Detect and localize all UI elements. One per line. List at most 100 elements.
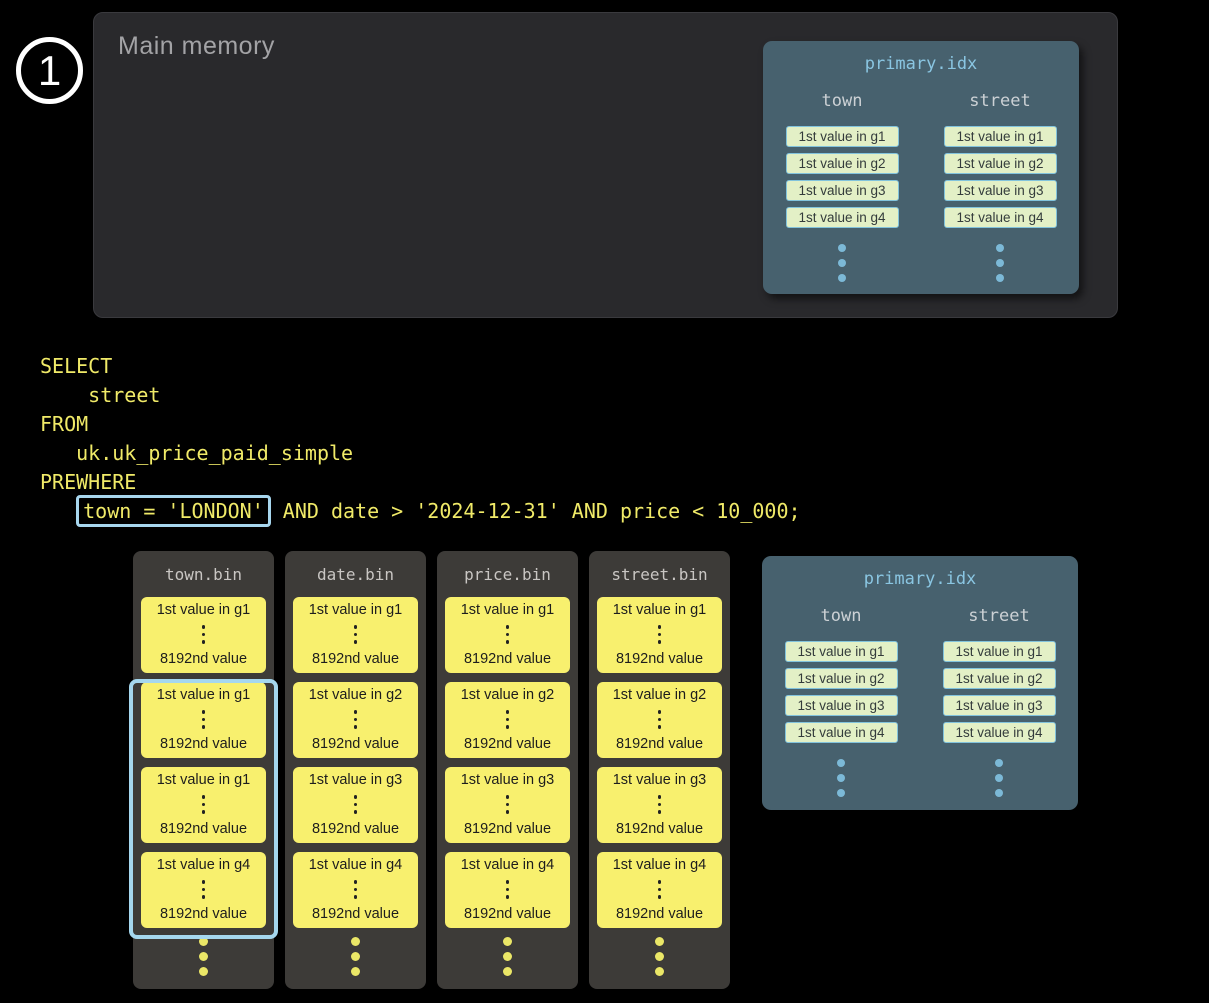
- granule-ellipsis: [354, 878, 358, 901]
- granule-block: 1st value in g4 8192nd value: [293, 852, 418, 928]
- bin-ellipsis-dots: [437, 937, 578, 982]
- bin-column-town: town.bin 1st value in g1 8192nd value 1s…: [133, 551, 274, 989]
- index-mark-chip: 1st value in g1: [943, 641, 1056, 662]
- granule-ellipsis: [202, 878, 206, 901]
- granule-ellipsis: [202, 793, 206, 816]
- granule-block: 1st value in g4 8192nd value: [445, 852, 570, 928]
- column-header-town: town: [821, 606, 862, 626]
- granule-first-value: 1st value in g1: [461, 602, 555, 618]
- bin-ellipsis-dots: [285, 937, 426, 982]
- primary-idx-panel-disk: primary.idx town 1st value in g1 1st val…: [762, 556, 1078, 810]
- index-ellipsis-dots: [996, 244, 1004, 289]
- bin-column-date: date.bin 1st value in g1 8192nd value 1s…: [285, 551, 426, 989]
- granule-last-value: 8192nd value: [160, 651, 247, 667]
- index-mark-chip: 1st value in g4: [944, 207, 1057, 228]
- granule-first-value: 1st value in g1: [613, 602, 707, 618]
- index-column-street: street 1st value in g1 1st value in g2 1…: [920, 589, 1078, 804]
- sql-indent: [40, 499, 76, 523]
- granule-last-value: 8192nd value: [616, 736, 703, 752]
- granule-first-value: 1st value in g3: [461, 772, 555, 788]
- granule-ellipsis: [506, 793, 510, 816]
- step-number: 1: [38, 50, 61, 92]
- granule-block: 1st value in g2 8192nd value: [597, 682, 722, 758]
- granule-block: 1st value in g1 8192nd value: [141, 767, 266, 843]
- primary-idx-panel-memory: primary.idx town 1st value in g1 1st val…: [763, 41, 1079, 294]
- sql-line-prewhere-condition: town = 'LONDON' AND date > '2024-12-31' …: [40, 497, 801, 526]
- sql-line: PREWHERE: [40, 468, 801, 497]
- index-mark-chip: 1st value in g2: [785, 668, 898, 689]
- index-mark-chip: 1st value in g3: [786, 180, 899, 201]
- granule-first-value: 1st value in g1: [157, 602, 251, 618]
- granule-last-value: 8192nd value: [616, 651, 703, 667]
- granule-first-value: 1st value in g4: [461, 857, 555, 873]
- primary-idx-title: primary.idx: [762, 556, 1078, 589]
- index-ellipsis-dots: [837, 759, 845, 804]
- index-mark-chip: 1st value in g1: [785, 641, 898, 662]
- granule-first-value: 1st value in g4: [613, 857, 707, 873]
- granule-last-value: 8192nd value: [312, 736, 399, 752]
- granule-first-value: 1st value in g3: [613, 772, 707, 788]
- granule-last-value: 8192nd value: [160, 736, 247, 752]
- granule-block: 1st value in g1 8192nd value: [293, 597, 418, 673]
- granule-first-value: 1st value in g4: [157, 857, 251, 873]
- main-memory-title: Main memory: [118, 32, 275, 61]
- granule-first-value: 1st value in g2: [613, 687, 707, 703]
- index-mark-chip: 1st value in g2: [944, 153, 1057, 174]
- granule-last-value: 8192nd value: [312, 906, 399, 922]
- granule-last-value: 8192nd value: [464, 651, 551, 667]
- bin-column-street: street.bin 1st value in g1 8192nd value …: [589, 551, 730, 989]
- granule-ellipsis: [202, 708, 206, 731]
- granule-block: 1st value in g3 8192nd value: [293, 767, 418, 843]
- column-header-town: town: [822, 91, 863, 111]
- granule-last-value: 8192nd value: [464, 821, 551, 837]
- granule-ellipsis: [658, 878, 662, 901]
- granule-block: 1st value in g1 8192nd value: [141, 682, 266, 758]
- granule-last-value: 8192nd value: [616, 906, 703, 922]
- granule-ellipsis: [354, 623, 358, 646]
- bin-header: price.bin: [437, 551, 578, 597]
- index-mark-chip: 1st value in g4: [943, 722, 1056, 743]
- granule-block: 1st value in g1 8192nd value: [445, 597, 570, 673]
- granule-ellipsis: [354, 793, 358, 816]
- index-mark-chip: 1st value in g3: [785, 695, 898, 716]
- granule-ellipsis: [506, 623, 510, 646]
- granule-last-value: 8192nd value: [616, 821, 703, 837]
- diagram-canvas: 1 Main memory primary.idx town 1st value…: [0, 0, 1209, 1003]
- bin-ellipsis-dots: [589, 937, 730, 982]
- index-mark-chip: 1st value in g2: [943, 668, 1056, 689]
- index-column-town: town 1st value in g1 1st value in g2 1st…: [763, 74, 921, 289]
- granule-last-value: 8192nd value: [160, 906, 247, 922]
- granule-first-value: 1st value in g1: [157, 772, 251, 788]
- index-mark-chip: 1st value in g1: [786, 126, 899, 147]
- granule-block: 1st value in g4 8192nd value: [141, 852, 266, 928]
- prewhere-highlight-box: town = 'LONDON': [76, 495, 271, 527]
- index-mark-chip: 1st value in g4: [785, 722, 898, 743]
- index-column-street: street 1st value in g1 1st value in g2 1…: [921, 74, 1079, 289]
- granule-first-value: 1st value in g3: [309, 772, 403, 788]
- granule-last-value: 8192nd value: [312, 821, 399, 837]
- granule-ellipsis: [658, 708, 662, 731]
- granule-last-value: 8192nd value: [312, 651, 399, 667]
- main-memory-panel: Main memory primary.idx town 1st value i…: [93, 12, 1118, 318]
- granule-last-value: 8192nd value: [464, 906, 551, 922]
- granule-ellipsis: [658, 793, 662, 816]
- column-header-street: street: [968, 606, 1029, 626]
- granule-first-value: 1st value in g1: [157, 687, 251, 703]
- column-header-street: street: [969, 91, 1030, 111]
- granule-block: 1st value in g3 8192nd value: [445, 767, 570, 843]
- sql-query: SELECT street FROM uk.uk_price_paid_simp…: [40, 352, 801, 526]
- granule-block: 1st value in g2 8192nd value: [445, 682, 570, 758]
- sql-line: FROM: [40, 410, 801, 439]
- index-column-town: town 1st value in g1 1st value in g2 1st…: [762, 589, 920, 804]
- granule-block: 1st value in g3 8192nd value: [597, 767, 722, 843]
- bin-header: date.bin: [285, 551, 426, 597]
- sql-rest: AND date > '2024-12-31' AND price < 10_0…: [271, 499, 801, 523]
- granule-first-value: 1st value in g2: [309, 687, 403, 703]
- bin-ellipsis-dots: [133, 937, 274, 982]
- sql-line: uk.uk_price_paid_simple: [40, 439, 801, 468]
- index-mark-chip: 1st value in g3: [943, 695, 1056, 716]
- index-ellipsis-dots: [995, 759, 1003, 804]
- granule-first-value: 1st value in g4: [309, 857, 403, 873]
- step-number-badge: 1: [16, 37, 83, 104]
- primary-idx-title: primary.idx: [763, 41, 1079, 74]
